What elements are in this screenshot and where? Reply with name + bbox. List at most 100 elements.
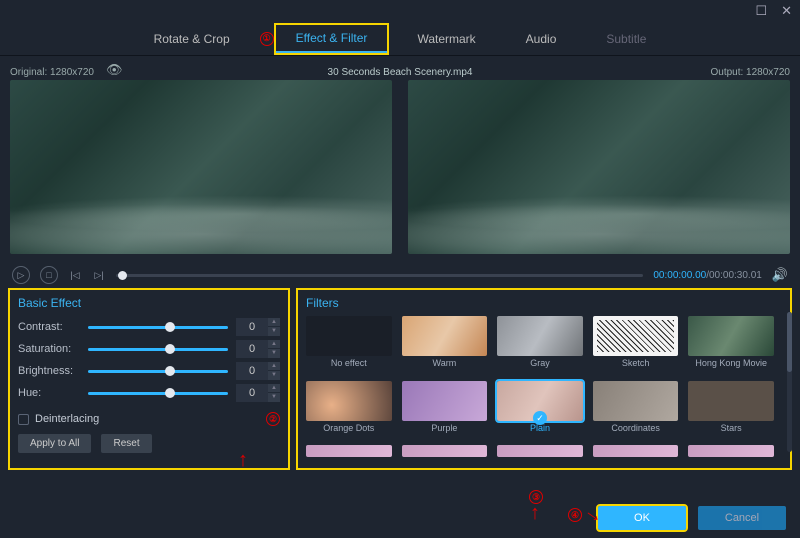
annotation-2: ② (266, 412, 280, 426)
filter-more-0[interactable] (306, 445, 392, 464)
filter-thumb[interactable] (306, 445, 392, 457)
filter-gray[interactable]: Gray (497, 316, 583, 375)
filter-coordinates[interactable]: Coordinates (593, 381, 679, 440)
filter-label: Warm (433, 358, 457, 368)
reset-button[interactable]: Reset (101, 434, 151, 453)
basic-effect-title: Basic Effect (18, 296, 280, 310)
slider-row-saturation: Saturation: 0 ▲▼ (18, 338, 280, 360)
cancel-button[interactable]: Cancel (698, 506, 786, 530)
volume-icon[interactable]: 🔊 (772, 267, 788, 283)
prev-frame-button[interactable]: |◁ (68, 266, 82, 284)
filters-scrollbar[interactable] (787, 312, 792, 452)
play-button[interactable]: ▷ (12, 266, 30, 284)
slider-value-box[interactable]: 0 ▲▼ (236, 362, 280, 380)
slider-track[interactable] (88, 392, 228, 395)
slider-label: Saturation: (18, 343, 80, 355)
filter-label: No effect (331, 358, 367, 368)
slider-track[interactable] (88, 370, 228, 373)
spin-up[interactable]: ▲ (268, 362, 280, 371)
slider-knob[interactable] (165, 344, 175, 354)
scrollbar-thumb[interactable] (787, 312, 792, 372)
titlebar: ☐ ✕ (0, 0, 800, 22)
spin-down[interactable]: ▼ (268, 327, 280, 336)
filter-purple[interactable]: Purple (402, 381, 488, 440)
maximize-button[interactable]: ☐ (755, 3, 767, 19)
preview-original (10, 80, 392, 254)
slider-label: Brightness: (18, 365, 80, 377)
filter-label: Stars (721, 423, 742, 433)
seek-knob[interactable] (118, 271, 127, 280)
spin-up[interactable]: ▲ (268, 318, 280, 327)
filter-label: Hong Kong Movie (695, 358, 767, 368)
filter-more-1[interactable] (402, 445, 488, 464)
preview-output (408, 80, 790, 254)
tab-audio[interactable]: Audio (506, 26, 577, 52)
stop-button[interactable]: □ (40, 266, 58, 284)
deinterlacing-checkbox[interactable] (18, 414, 29, 425)
annotation-1: ① (260, 32, 274, 46)
filter-hong-kong-movie[interactable]: Hong Kong Movie (688, 316, 774, 375)
filter-label: Sketch (622, 358, 650, 368)
filter-thumb[interactable] (688, 381, 774, 421)
spin-up[interactable]: ▲ (268, 340, 280, 349)
filter-thumb[interactable] (402, 316, 488, 356)
slider-row-contrast: Contrast: 0 ▲▼ (18, 316, 280, 338)
filter-thumb[interactable] (306, 316, 392, 356)
filter-orange-dots[interactable]: Orange Dots (306, 381, 392, 440)
tab-effect-filter[interactable]: Effect & Filter (276, 25, 388, 53)
filter-thumb[interactable] (402, 381, 488, 421)
info-row: Original: 1280x720 👁 30 Seconds Beach Sc… (0, 56, 800, 78)
ok-button[interactable]: OK (598, 506, 686, 530)
filter-thumb[interactable] (497, 316, 583, 356)
slider-knob[interactable] (165, 366, 175, 376)
tab-watermark[interactable]: Watermark (397, 26, 495, 52)
tab-subtitle[interactable]: Subtitle (586, 26, 666, 52)
edit-tabs: Rotate & Crop ① Effect & Filter Watermar… (0, 22, 800, 56)
filename-label: 30 Seconds Beach Scenery.mp4 (0, 67, 800, 78)
filter-thumb[interactable] (593, 316, 679, 356)
filter-thumb[interactable] (497, 445, 583, 457)
slider-knob[interactable] (165, 388, 175, 398)
spin-down[interactable]: ▼ (268, 371, 280, 380)
filter-thumb[interactable] (402, 445, 488, 457)
filter-warm[interactable]: Warm (402, 316, 488, 375)
slider-value: 0 (236, 365, 268, 377)
apply-to-all-button[interactable]: Apply to All (18, 434, 91, 453)
slider-value: 0 (236, 321, 268, 333)
filter-label: Purple (431, 423, 457, 433)
slider-value: 0 (236, 387, 268, 399)
slider-track[interactable] (88, 326, 228, 329)
tab-rotate-crop[interactable]: Rotate & Crop (134, 26, 250, 52)
footer-buttons: OK Cancel (598, 506, 786, 530)
filter-more-4[interactable] (688, 445, 774, 464)
spin-down[interactable]: ▼ (268, 393, 280, 402)
playback-controls: ▷ □ |◁ ▷| 00:00:00.00/00:00:30.01 🔊 (0, 260, 800, 290)
filter-label: Gray (530, 358, 550, 368)
filters-panel: Filters No effect Warm Gray Sketch Hong … (298, 290, 790, 468)
filter-thumb[interactable] (306, 381, 392, 421)
deinterlacing-label: Deinterlacing (35, 413, 99, 425)
filter-stars[interactable]: Stars (688, 381, 774, 440)
slider-value-box[interactable]: 0 ▲▼ (236, 318, 280, 336)
filter-more-2[interactable] (497, 445, 583, 464)
slider-track[interactable] (88, 348, 228, 351)
filter-thumb[interactable] (688, 445, 774, 457)
filter-sketch[interactable]: Sketch (593, 316, 679, 375)
filter-no-effect[interactable]: No effect (306, 316, 392, 375)
spin-up[interactable]: ▲ (268, 384, 280, 393)
slider-value-box[interactable]: 0 ▲▼ (236, 340, 280, 358)
next-frame-button[interactable]: ▷| (92, 266, 106, 284)
preview-row (0, 78, 800, 254)
filter-more-3[interactable] (593, 445, 679, 464)
filter-plain[interactable]: Plain (497, 381, 583, 440)
spin-down[interactable]: ▼ (268, 349, 280, 358)
filter-thumb[interactable] (593, 381, 679, 421)
slider-value-box[interactable]: 0 ▲▼ (236, 384, 280, 402)
slider-label: Contrast: (18, 321, 80, 333)
seek-bar[interactable] (116, 274, 643, 277)
filter-thumb[interactable] (688, 316, 774, 356)
close-button[interactable]: ✕ (781, 3, 792, 19)
filter-thumb[interactable] (497, 381, 583, 421)
filter-thumb[interactable] (593, 445, 679, 457)
slider-knob[interactable] (165, 322, 175, 332)
